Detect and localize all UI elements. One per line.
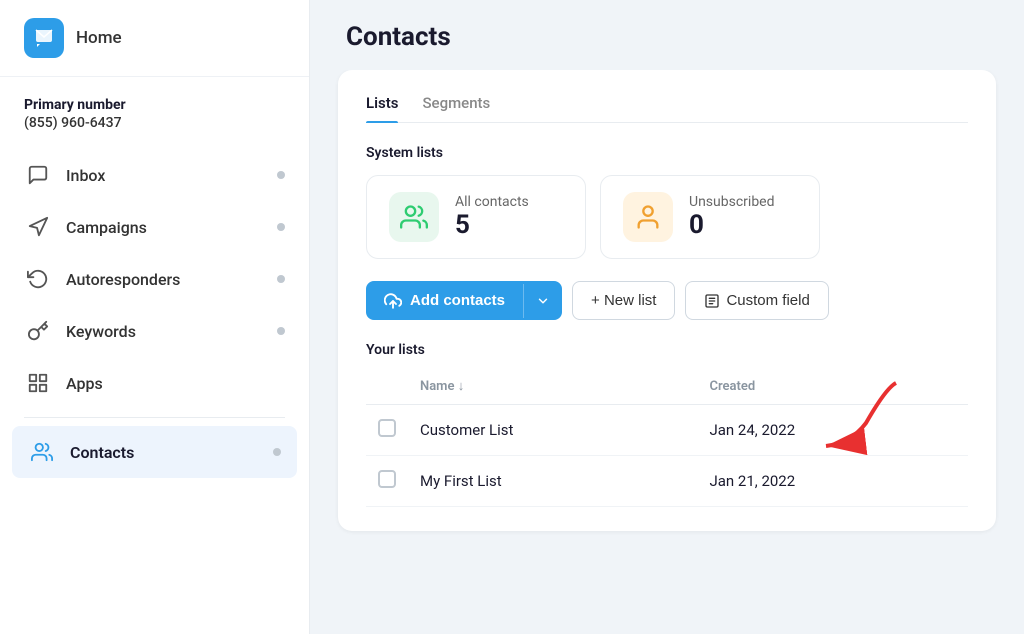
sidebar-item-apps[interactable]: Apps bbox=[0, 357, 309, 409]
nav-divider bbox=[24, 417, 285, 418]
phone-number: (855) 960-6437 bbox=[24, 115, 285, 131]
lists-table: Name ↓ Created Customer List Jan 24, 202… bbox=[366, 368, 968, 507]
app-logo bbox=[24, 18, 64, 58]
page-title: Contacts bbox=[346, 22, 988, 52]
all-contacts-icon bbox=[389, 192, 439, 242]
unsubscribed-info: Unsubscribed 0 bbox=[689, 194, 775, 240]
sidebar-item-contacts[interactable]: Contacts bbox=[12, 426, 297, 478]
sidebar-item-inbox[interactable]: Inbox bbox=[0, 149, 309, 201]
autoresponders-label: Autoresponders bbox=[66, 270, 277, 289]
col-checkbox bbox=[366, 368, 408, 405]
sidebar-item-campaigns[interactable]: Campaigns bbox=[0, 201, 309, 253]
campaigns-label: Campaigns bbox=[66, 218, 277, 237]
row2-checkbox-cell bbox=[366, 456, 408, 507]
unsubscribed-icon bbox=[623, 192, 673, 242]
page-header: Contacts bbox=[310, 0, 1024, 70]
add-contacts-dropdown-arrow[interactable] bbox=[523, 284, 562, 318]
inbox-label: Inbox bbox=[66, 166, 277, 185]
autoresponders-dot bbox=[277, 275, 285, 283]
apps-label: Apps bbox=[66, 374, 285, 393]
chat-icon bbox=[24, 161, 52, 189]
row2-name[interactable]: My First List bbox=[408, 456, 697, 507]
row1-checkbox-cell bbox=[366, 405, 408, 456]
table-row: Customer List Jan 24, 2022 bbox=[366, 405, 968, 456]
phone-section: Primary number (855) 960-6437 bbox=[0, 77, 309, 141]
key-icon bbox=[24, 317, 52, 345]
apps-icon bbox=[24, 369, 52, 397]
all-contacts-name: All contacts bbox=[455, 194, 529, 210]
keywords-dot bbox=[277, 327, 285, 335]
row1-created: Jan 24, 2022 bbox=[697, 405, 968, 456]
add-contacts-label: Add contacts bbox=[410, 292, 505, 309]
chevron-down-icon bbox=[536, 294, 550, 308]
keywords-label: Keywords bbox=[66, 322, 277, 341]
contacts-icon bbox=[28, 438, 56, 466]
sidebar-header: Home bbox=[0, 0, 309, 77]
unsubscribed-count: 0 bbox=[689, 210, 775, 240]
megaphone-icon bbox=[24, 213, 52, 241]
nav-menu: Inbox Campaigns Autoresponders bbox=[0, 141, 309, 634]
row1-checkbox[interactable] bbox=[378, 419, 396, 437]
contacts-card: Lists Segments System lists bbox=[338, 70, 996, 531]
inbox-dot bbox=[277, 171, 285, 179]
upload-icon bbox=[384, 292, 402, 310]
add-contacts-main: Add contacts bbox=[366, 282, 523, 320]
custom-field-icon bbox=[704, 293, 720, 309]
system-lists: All contacts 5 Unsubscribed 0 bbox=[366, 175, 968, 259]
add-contacts-button[interactable]: Add contacts bbox=[366, 281, 562, 320]
table-header-row: Name ↓ Created bbox=[366, 368, 968, 405]
sidebar-item-keywords[interactable]: Keywords bbox=[0, 305, 309, 357]
sidebar: Home Primary number (855) 960-6437 Inbox… bbox=[0, 0, 310, 634]
col-name[interactable]: Name ↓ bbox=[408, 368, 697, 405]
refresh-icon bbox=[24, 265, 52, 293]
contacts-dot bbox=[273, 448, 281, 456]
tab-segments[interactable]: Segments bbox=[422, 94, 490, 122]
system-lists-title: System lists bbox=[366, 145, 968, 161]
tab-lists[interactable]: Lists bbox=[366, 94, 398, 122]
table-row: My First List Jan 21, 2022 bbox=[366, 456, 968, 507]
tabs-container: Lists Segments bbox=[366, 94, 968, 123]
all-contacts-card[interactable]: All contacts 5 bbox=[366, 175, 586, 259]
main-content: Contacts Lists Segments System lists bbox=[310, 0, 1024, 634]
new-list-button[interactable]: + New list bbox=[572, 281, 675, 320]
content-area: Lists Segments System lists bbox=[310, 70, 1024, 634]
all-contacts-info: All contacts 5 bbox=[455, 194, 529, 240]
row1-name[interactable]: Customer List bbox=[408, 405, 697, 456]
home-label: Home bbox=[76, 28, 122, 48]
col-created: Created bbox=[697, 368, 968, 405]
unsubscribed-name: Unsubscribed bbox=[689, 194, 775, 210]
lists-table-wrapper: Name ↓ Created Customer List Jan 24, 202… bbox=[366, 368, 968, 507]
action-buttons: Add contacts + New list bbox=[366, 281, 968, 320]
sidebar-item-autoresponders[interactable]: Autoresponders bbox=[0, 253, 309, 305]
custom-field-label: Custom field bbox=[726, 292, 809, 309]
campaigns-dot bbox=[277, 223, 285, 231]
row2-created: Jan 21, 2022 bbox=[697, 456, 968, 507]
your-lists-title: Your lists bbox=[366, 342, 968, 358]
unsubscribed-card[interactable]: Unsubscribed 0 bbox=[600, 175, 820, 259]
primary-number-label: Primary number bbox=[24, 97, 285, 113]
all-contacts-count: 5 bbox=[455, 210, 529, 240]
custom-field-button[interactable]: Custom field bbox=[685, 281, 828, 320]
new-list-label: + New list bbox=[591, 292, 656, 309]
row2-checkbox[interactable] bbox=[378, 470, 396, 488]
contacts-label: Contacts bbox=[70, 443, 273, 462]
